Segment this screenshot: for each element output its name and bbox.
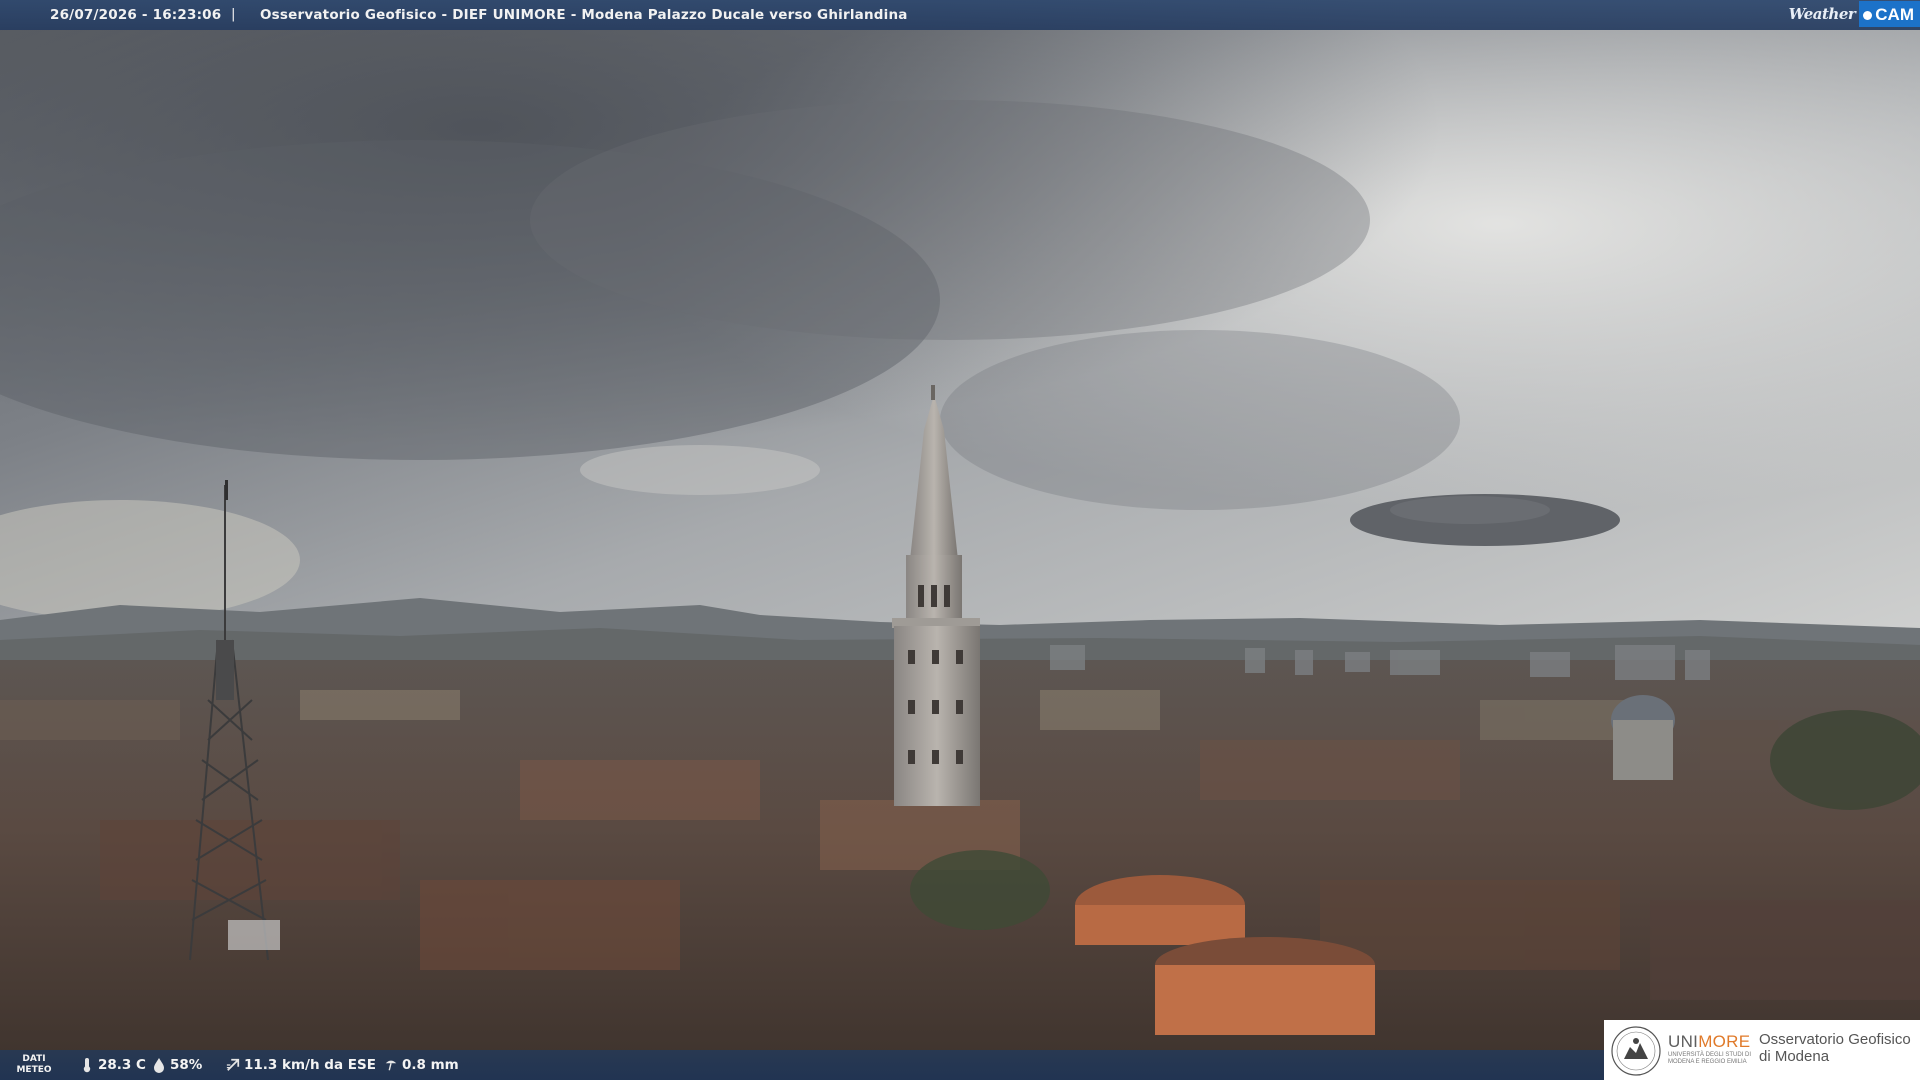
meteo-label-line2: METEO: [16, 1065, 52, 1075]
temperature-readout: 28.3 C: [80, 1057, 146, 1073]
weathercam-logo: Weather CAM: [1789, 0, 1920, 28]
humidity-value: 58%: [170, 1057, 203, 1073]
uni-suffix: MORE: [1698, 1032, 1751, 1051]
top-banner: 26/07/2026 - 16:23:06 | Osservatorio Geo…: [0, 0, 1920, 30]
brand-cam-badge: CAM: [1859, 1, 1920, 27]
university-seal-icon: [1611, 1026, 1661, 1076]
wind-value: 11.3 km/h da ESE: [244, 1057, 376, 1073]
unimore-subtitle: UNIVERSITÀ DEGLI STUDI DI MODENA E REGGI…: [1668, 1052, 1752, 1065]
wind-icon: [226, 1058, 240, 1071]
camera-title: Osservatorio Geofisico - DIEF UNIMORE - …: [260, 7, 908, 23]
rain-gauge-icon: [385, 1060, 397, 1071]
unimore-logo-panel: UNIMORE UNIVERSITÀ DEGLI STUDI DI MODENA…: [1604, 1020, 1920, 1080]
brand-word: Weather: [1788, 5, 1856, 23]
brand-cam: CAM: [1875, 5, 1914, 24]
observatory-line1: Osservatorio Geofisico: [1759, 1031, 1911, 1048]
unimore-wordmark: UNIMORE: [1668, 1032, 1750, 1052]
humidity-readout: 58%: [152, 1057, 202, 1073]
uni-prefix: UNI: [1668, 1032, 1699, 1051]
separator: |: [231, 6, 236, 22]
timestamp: 26/07/2026 - 16:23:06: [50, 7, 222, 23]
humidity-drop-icon: [154, 1058, 164, 1073]
rain-value: 0.8 mm: [402, 1057, 459, 1073]
meteo-label: DATI METEO: [14, 1054, 54, 1076]
webcam-photo: [0, 0, 1920, 1080]
thermometer-icon: [83, 1058, 91, 1073]
observatory-line2: di Modena: [1759, 1048, 1830, 1065]
observatory-name: Osservatorio Geofisico di Modena: [1759, 1031, 1911, 1065]
brand-dot-icon: [1863, 10, 1873, 20]
rain-readout: 0.8 mm: [384, 1057, 459, 1073]
temperature-value: 28.3 C: [98, 1057, 146, 1073]
meteo-label-line1: DATI: [22, 1054, 46, 1064]
wind-readout: 11.3 km/h da ESE: [226, 1057, 376, 1073]
